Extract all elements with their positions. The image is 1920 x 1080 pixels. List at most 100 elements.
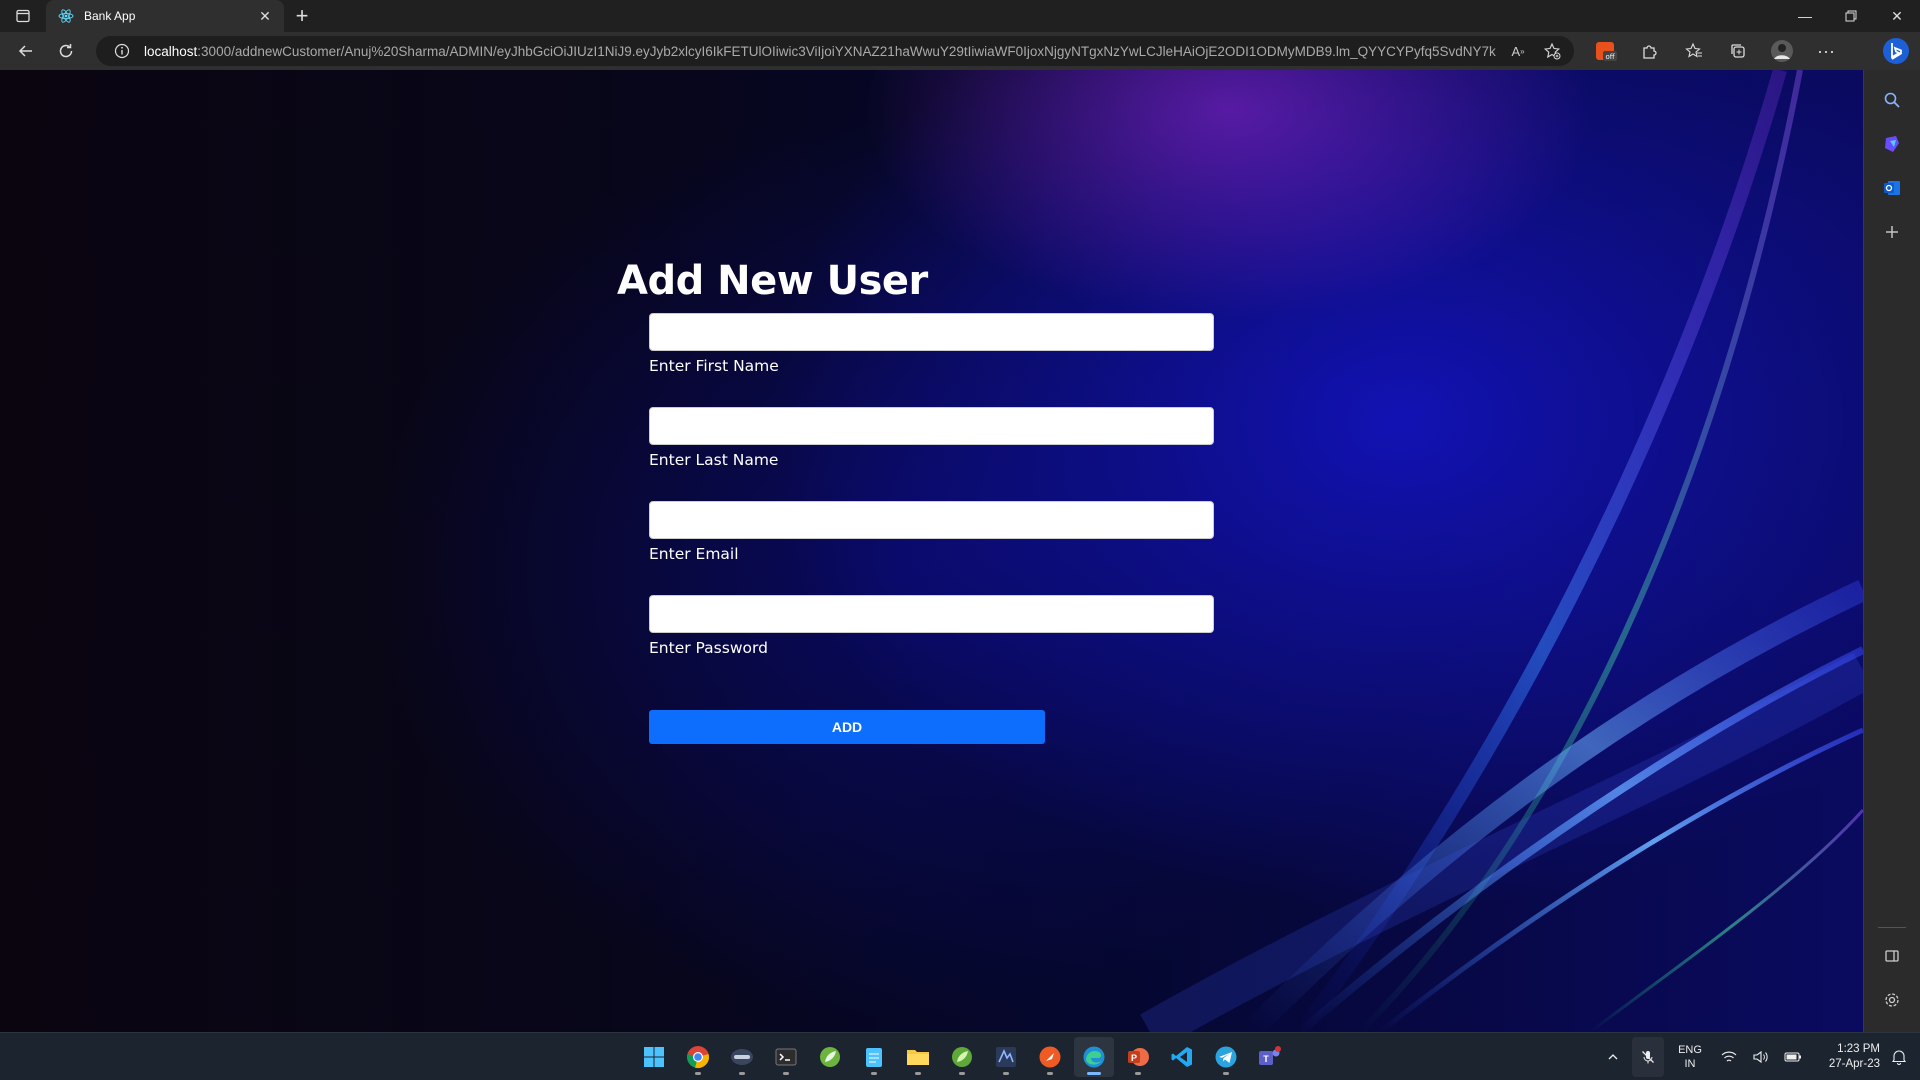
taskbar-remote-desktop[interactable] bbox=[722, 1037, 762, 1077]
more-menu-button[interactable]: ··· bbox=[1806, 35, 1846, 67]
extension-off-button[interactable]: off bbox=[1586, 35, 1626, 67]
windows-taskbar: P T ENG IN 1:23 PM 27-Apr-23 bbox=[0, 1032, 1920, 1080]
last-name-label: Enter Last Name bbox=[649, 451, 779, 469]
network-button[interactable] bbox=[1716, 1037, 1742, 1077]
show-hidden-icons-button[interactable] bbox=[1600, 1037, 1626, 1077]
taskbar-postman[interactable] bbox=[1030, 1037, 1070, 1077]
taskbar-notepad[interactable] bbox=[854, 1037, 894, 1077]
url-path: :3000/addnewCustomer/Anuj%20Sharma/ADMIN… bbox=[197, 43, 1496, 59]
edge-icon bbox=[1083, 1046, 1105, 1068]
chrome-icon bbox=[687, 1046, 709, 1068]
close-window-button[interactable]: ✕ bbox=[1874, 0, 1920, 32]
tab-actions-icon bbox=[16, 9, 30, 23]
read-aloud-icon[interactable]: A» bbox=[1506, 39, 1530, 63]
notifications-button[interactable] bbox=[1886, 1037, 1912, 1077]
spring-leaf-icon bbox=[820, 1047, 840, 1067]
new-tab-button[interactable]: + bbox=[284, 0, 320, 32]
add-user-button[interactable]: ADD bbox=[649, 710, 1045, 744]
sidebar-add-button[interactable] bbox=[1872, 212, 1912, 252]
extension-off-badge: off bbox=[1605, 53, 1614, 61]
running-indicator bbox=[1087, 1072, 1101, 1075]
language-region: IN bbox=[1684, 1058, 1696, 1070]
sidebar-search-button[interactable] bbox=[1872, 80, 1912, 120]
first-name-label: Enter First Name bbox=[649, 357, 779, 375]
site-info-icon[interactable] bbox=[110, 39, 134, 63]
taskbar-vscode[interactable] bbox=[1162, 1037, 1202, 1077]
remote-desktop-icon bbox=[731, 1049, 753, 1065]
restore-icon bbox=[1845, 10, 1857, 22]
tab-actions-button[interactable] bbox=[0, 0, 46, 32]
notification-bell-icon bbox=[1891, 1050, 1907, 1065]
url-host: localhost bbox=[144, 43, 198, 59]
last-name-group: Enter Last Name bbox=[649, 407, 1214, 469]
sidebar-bottom bbox=[1872, 927, 1912, 1024]
spring-boot-icon bbox=[952, 1047, 972, 1067]
taskbar-teams[interactable]: T bbox=[1250, 1037, 1290, 1077]
collections-button[interactable] bbox=[1718, 35, 1758, 67]
page-viewport: Add New User Enter First Name Enter Last… bbox=[0, 70, 1863, 1032]
back-button[interactable] bbox=[6, 35, 46, 67]
taskbar-chrome[interactable] bbox=[678, 1037, 718, 1077]
vscode-icon bbox=[1171, 1047, 1192, 1067]
puzzle-icon bbox=[1643, 45, 1657, 59]
system-tray: ENG IN 1:23 PM 27-Apr-23 bbox=[1600, 1033, 1920, 1080]
password-label: Enter Password bbox=[649, 639, 768, 657]
language-indicator[interactable]: ENG IN bbox=[1670, 1037, 1710, 1077]
copilot-icon bbox=[1885, 136, 1899, 152]
extensions-button[interactable] bbox=[1630, 35, 1670, 67]
bing-chat-button[interactable] bbox=[1878, 34, 1914, 68]
language-code: ENG bbox=[1678, 1044, 1702, 1056]
battery-button[interactable] bbox=[1780, 1037, 1806, 1077]
running-indicator bbox=[1135, 1072, 1141, 1075]
first-name-group: Enter First Name bbox=[649, 313, 1214, 375]
refresh-button[interactable] bbox=[46, 35, 86, 67]
running-indicator bbox=[783, 1072, 789, 1075]
profile-button[interactable] bbox=[1762, 35, 1802, 67]
minimize-button[interactable]: — bbox=[1782, 0, 1828, 32]
taskbar-file-explorer[interactable] bbox=[898, 1037, 938, 1077]
tab-close-icon[interactable]: ✕ bbox=[256, 7, 274, 25]
password-group: Enter Password bbox=[649, 595, 1214, 657]
favorites-button[interactable] bbox=[1674, 35, 1714, 67]
taskbar-sts-ide[interactable] bbox=[986, 1037, 1026, 1077]
volume-button[interactable] bbox=[1748, 1037, 1774, 1077]
collections-icon bbox=[1731, 44, 1745, 58]
taskbar-powerpoint[interactable]: P bbox=[1118, 1037, 1158, 1077]
taskbar-terminal[interactable] bbox=[766, 1037, 806, 1077]
tab-bank-app[interactable]: Bank App ✕ bbox=[46, 0, 284, 32]
search-icon bbox=[1884, 92, 1900, 108]
email-input[interactable] bbox=[649, 501, 1214, 539]
sidebar-outlook-button[interactable] bbox=[1872, 168, 1912, 208]
favorites-icon bbox=[1685, 42, 1702, 58]
last-name-input[interactable] bbox=[649, 407, 1214, 445]
first-name-input[interactable] bbox=[649, 313, 1214, 351]
address-bar[interactable]: localhost:3000/addnewCustomer/Anuj%20Sha… bbox=[96, 36, 1574, 66]
taskbar-telegram[interactable] bbox=[1206, 1037, 1246, 1077]
sidebar-divider bbox=[1878, 927, 1906, 928]
folder-icon bbox=[907, 1050, 929, 1065]
taskbar-spring-boot[interactable] bbox=[942, 1037, 982, 1077]
add-favorite-icon[interactable] bbox=[1540, 39, 1564, 63]
password-input[interactable] bbox=[649, 595, 1214, 633]
sidebar-copilot-button[interactable] bbox=[1872, 124, 1912, 164]
sidebar-settings-button[interactable] bbox=[1872, 980, 1912, 1020]
url-text[interactable]: localhost:3000/addnewCustomer/Anuj%20Sha… bbox=[144, 44, 1496, 59]
browser-toolbar: localhost:3000/addnewCustomer/Anuj%20Sha… bbox=[0, 32, 1920, 70]
start-button[interactable] bbox=[634, 1037, 674, 1077]
react-icon bbox=[58, 8, 74, 24]
tab-title: Bank App bbox=[84, 9, 136, 23]
window-controls: — ✕ bbox=[1782, 0, 1920, 32]
extension-off-icon: off bbox=[1596, 42, 1617, 61]
running-indicator bbox=[871, 1072, 877, 1075]
running-indicator bbox=[695, 1072, 701, 1075]
microphone-button[interactable] bbox=[1632, 1037, 1664, 1077]
clock-time: 1:23 PM bbox=[1837, 1043, 1880, 1055]
clock[interactable]: 1:23 PM 27-Apr-23 bbox=[1812, 1037, 1880, 1077]
restore-button[interactable] bbox=[1828, 0, 1874, 32]
terminal-icon bbox=[775, 1048, 797, 1066]
edge-sidebar bbox=[1863, 70, 1920, 1032]
running-indicator bbox=[1223, 1072, 1229, 1075]
taskbar-spring-tool[interactable] bbox=[810, 1037, 850, 1077]
hide-sidebar-button[interactable] bbox=[1872, 936, 1912, 976]
taskbar-edge[interactable] bbox=[1074, 1037, 1114, 1077]
